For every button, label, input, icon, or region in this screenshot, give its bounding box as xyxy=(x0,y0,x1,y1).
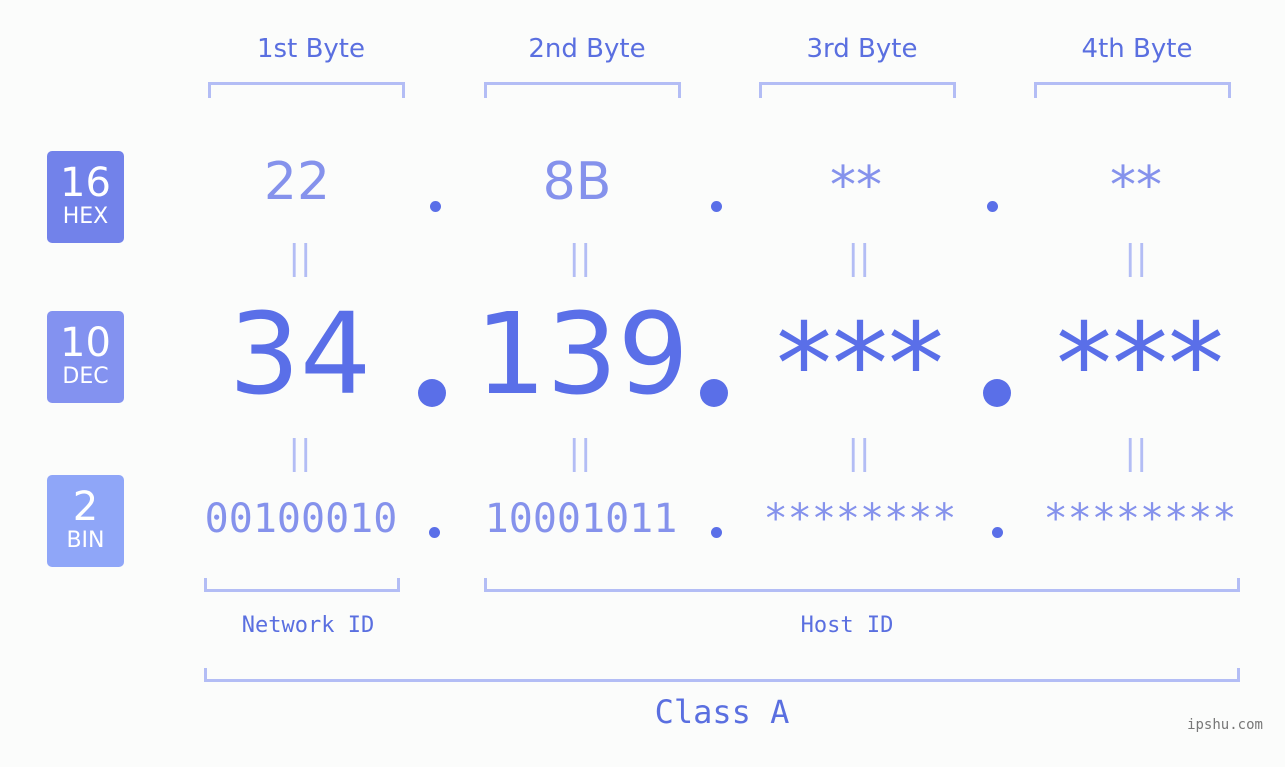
hex-badge-label: HEX xyxy=(62,204,109,229)
header-byte-3: 3rd Byte xyxy=(806,34,918,64)
bin-dot-2 xyxy=(711,527,722,538)
hex-byte-4: ** xyxy=(1110,156,1162,216)
dec-badge-base: 10 xyxy=(60,320,111,366)
bin-badge-label: BIN xyxy=(66,528,105,553)
hex-dot-3 xyxy=(987,201,998,212)
host-id-label: Host ID xyxy=(800,613,894,638)
dec-dot-1 xyxy=(418,379,446,407)
bin-byte-2: 10001011 xyxy=(484,496,678,542)
dec-byte-3: *** xyxy=(776,300,944,430)
hex-dot-1 xyxy=(430,201,441,212)
bracket-byte-4 xyxy=(1034,82,1231,98)
hex-byte-2: 8B xyxy=(542,152,612,212)
bracket-byte-3 xyxy=(759,82,956,98)
equals-3: || xyxy=(847,238,871,278)
network-id-label: Network ID xyxy=(241,613,375,638)
dec-dot-2 xyxy=(700,379,728,407)
bracket-byte-2 xyxy=(484,82,681,98)
equals-7: || xyxy=(847,433,871,473)
watermark: ipshu.com xyxy=(1187,717,1263,733)
equals-6: || xyxy=(568,433,592,473)
header-byte-4: 4th Byte xyxy=(1081,34,1193,64)
hex-byte-1: 22 xyxy=(263,152,331,212)
class-bracket xyxy=(204,668,1240,682)
host-bracket xyxy=(484,578,1240,592)
bin-byte-4: ******** xyxy=(1043,496,1237,542)
class-label: Class A xyxy=(654,693,790,731)
bracket-byte-1 xyxy=(208,82,405,98)
bin-dot-1 xyxy=(429,527,440,538)
bin-byte-1: 00100010 xyxy=(204,496,398,542)
bin-byte-3: ******** xyxy=(763,496,957,542)
dec-byte-2: 139 xyxy=(475,290,689,420)
dec-badge-label: DEC xyxy=(62,364,109,389)
hex-badge-base: 16 xyxy=(60,160,111,206)
dec-dot-3 xyxy=(983,379,1011,407)
hex-byte-3: ** xyxy=(830,156,882,216)
bin-badge: 2 BIN xyxy=(47,475,124,567)
bin-dot-3 xyxy=(992,527,1003,538)
bin-badge-base: 2 xyxy=(72,484,99,530)
equals-4: || xyxy=(1124,238,1148,278)
header-byte-1: 1st Byte xyxy=(257,34,365,64)
header-byte-2: 2nd Byte xyxy=(528,34,646,64)
hex-badge: 16 HEX xyxy=(47,151,124,243)
dec-byte-1: 34 xyxy=(228,290,372,420)
hex-dot-2 xyxy=(711,201,722,212)
equals-5: || xyxy=(288,433,312,473)
dec-badge: 10 DEC xyxy=(47,311,124,403)
equals-1: || xyxy=(288,238,312,278)
dec-byte-4: *** xyxy=(1056,300,1224,430)
network-bracket xyxy=(204,578,400,592)
equals-2: || xyxy=(568,238,592,278)
equals-8: || xyxy=(1124,433,1148,473)
